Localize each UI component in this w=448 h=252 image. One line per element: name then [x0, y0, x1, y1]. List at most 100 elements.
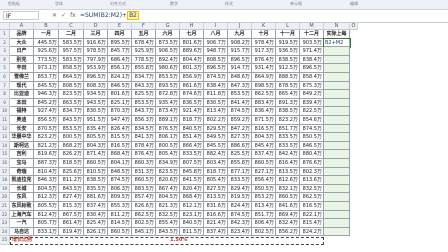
sales-cell[interactable]: 833.5万: [180, 150, 204, 159]
sales-cell[interactable]: 805.4万: [156, 150, 180, 159]
sales-cell[interactable]: 935.4万: [156, 98, 180, 108]
sales-cell[interactable]: 936.5万: [276, 47, 300, 56]
enter-icon[interactable]: ✓: [61, 12, 66, 19]
sales-cell[interactable]: 816.5万: [108, 141, 132, 151]
row-header-2[interactable]: 2: [0, 38, 10, 48]
row-header-12[interactable]: 12: [0, 124, 10, 134]
sales-cell[interactable]: 876.5万: [156, 124, 180, 134]
sales-cell[interactable]: 818.7万: [180, 116, 204, 125]
sales-cell[interactable]: 872.8万: [156, 90, 180, 99]
sales-cell[interactable]: 821.2万: [34, 141, 59, 151]
sales-cell[interactable]: 806.1万: [156, 133, 180, 142]
sales-cell[interactable]: 838.4万: [300, 55, 324, 65]
sales-cell[interactable]: 804.4万: [180, 55, 204, 65]
sales-cell[interactable]: 845.7万: [108, 47, 132, 56]
sales-cell[interactable]: 800.5万: [156, 141, 180, 151]
sales-cell[interactable]: 862.5万: [300, 193, 324, 202]
sales-cell[interactable]: 826.1万: [84, 227, 108, 237]
total-cell[interactable]: [324, 141, 350, 151]
sales-cell[interactable]: 832.5万: [156, 210, 180, 220]
column-header-n[interactable]: N: [324, 23, 350, 30]
row-header-6[interactable]: 6: [0, 73, 10, 82]
sales-cell[interactable]: 841.6万: [276, 202, 300, 211]
total-cell[interactable]: [324, 107, 350, 116]
sales-cell[interactable]: 812.6万: [276, 176, 300, 185]
total-cell[interactable]: [324, 133, 350, 142]
brand-cell[interactable]: 奥迪: [10, 116, 34, 125]
sales-cell[interactable]: 816.4万: [276, 159, 300, 168]
sales-cell[interactable]: 823.1万: [180, 210, 204, 220]
sales-cell[interactable]: 849.2万: [300, 90, 324, 99]
sales-cell[interactable]: 805.5万: [34, 202, 59, 211]
brand-cell[interactable]: 现代: [10, 81, 34, 91]
sales-cell[interactable]: 804.5万: [156, 193, 180, 202]
sales-cell[interactable]: 891.3万: [276, 98, 300, 108]
total-cell[interactable]: [324, 159, 350, 168]
sales-cell[interactable]: 805.5万: [84, 133, 108, 142]
sales-cell[interactable]: 836.5万: [180, 98, 204, 108]
sales-cell[interactable]: 871.4万: [84, 150, 108, 159]
sales-cell[interactable]: 830.5万: [204, 98, 228, 108]
sales-cell[interactable]: 919.5万: [276, 38, 300, 48]
sales-cell[interactable]: 870.3万: [108, 107, 132, 116]
sales-cell[interactable]: 927.4万: [34, 107, 59, 116]
sales-cell[interactable]: 868.4万: [180, 193, 204, 202]
column-header-f[interactable]: F: [132, 23, 156, 30]
name-box[interactable]: IF: [3, 11, 39, 20]
row-header-20[interactable]: 20: [0, 193, 10, 202]
sales-cell[interactable]: 846.5万: [300, 141, 324, 151]
sales-cell[interactable]: 842.4万: [276, 150, 300, 159]
total-cell[interactable]: [324, 98, 350, 108]
sales-cell[interactable]: 830.5万: [84, 107, 108, 116]
sales-cell[interactable]: 971.4万: [300, 47, 324, 56]
sales-cell[interactable]: 806.3万: [108, 184, 132, 194]
header-cell[interactable]: 一月: [34, 30, 59, 39]
sales-cell[interactable]: 829.4万: [228, 184, 252, 194]
sales-cell[interactable]: 813.4万: [252, 202, 276, 211]
header-cell[interactable]: 四月: [108, 30, 132, 39]
sales-cell[interactable]: 856.1万: [108, 64, 132, 73]
sales-cell[interactable]: 873.4万: [156, 107, 180, 116]
select-all-corner[interactable]: [0, 23, 10, 30]
sales-cell[interactable]: 925.9万: [132, 47, 156, 56]
header-cell[interactable]: 六月: [156, 30, 180, 39]
brand-cell[interactable]: 长城: [10, 184, 34, 194]
row-header-17[interactable]: 17: [0, 167, 10, 177]
sales-cell[interactable]: 862.5万: [252, 90, 276, 99]
brand-cell[interactable]: 长安: [10, 124, 34, 134]
sales-cell[interactable]: 873.5万: [156, 38, 180, 48]
total-cell[interactable]: [324, 73, 350, 82]
sales-cell[interactable]: 864.9万: [252, 73, 276, 82]
total-cell[interactable]: [324, 176, 350, 185]
sales-cell[interactable]: 808.5万: [204, 55, 228, 65]
sales-cell[interactable]: 823.2万: [34, 133, 59, 142]
sales-cell[interactable]: 874.6万: [180, 90, 204, 99]
sales-cell[interactable]: 820.4万: [180, 184, 204, 194]
sales-cell[interactable]: 863.5万: [59, 98, 84, 108]
sales-cell[interactable]: 906.5万: [156, 47, 180, 56]
sales-cell[interactable]: 898.5万: [252, 81, 276, 91]
sales-cell[interactable]: 804.3万: [252, 133, 276, 142]
sales-cell[interactable]: 834.7万: [132, 73, 156, 82]
sales-cell[interactable]: 853.5万: [156, 73, 180, 82]
sales-cell[interactable]: 834.9万: [156, 159, 180, 168]
total-cell[interactable]: [324, 55, 350, 65]
row-header-14[interactable]: 14: [0, 141, 10, 151]
sales-cell[interactable]: 860.5万: [132, 176, 156, 185]
sales-cell[interactable]: 826.2万: [59, 150, 84, 159]
sales-cell[interactable]: 833.5万: [228, 176, 252, 185]
total-cell[interactable]: [324, 167, 350, 177]
total-cell[interactable]: [324, 124, 350, 134]
sales-cell[interactable]: 840.5万: [180, 219, 204, 228]
sales-cell[interactable]: 820.6万: [156, 176, 180, 185]
sales-cell[interactable]: 841.3万: [132, 133, 156, 142]
sales-cell[interactable]: 895.5万: [108, 38, 132, 48]
total-cell[interactable]: [324, 64, 350, 73]
cancel-icon[interactable]: ✕: [52, 12, 57, 19]
sales-cell[interactable]: 864.5万: [59, 73, 84, 82]
brand-cell[interactable]: 东风: [10, 193, 34, 202]
sales-cell[interactable]: 811.8万: [204, 90, 228, 99]
sales-cell[interactable]: 853.5万: [132, 98, 156, 108]
sales-cell[interactable]: 813.4万: [204, 107, 228, 116]
sales-cell[interactable]: 837.4万: [252, 150, 276, 159]
